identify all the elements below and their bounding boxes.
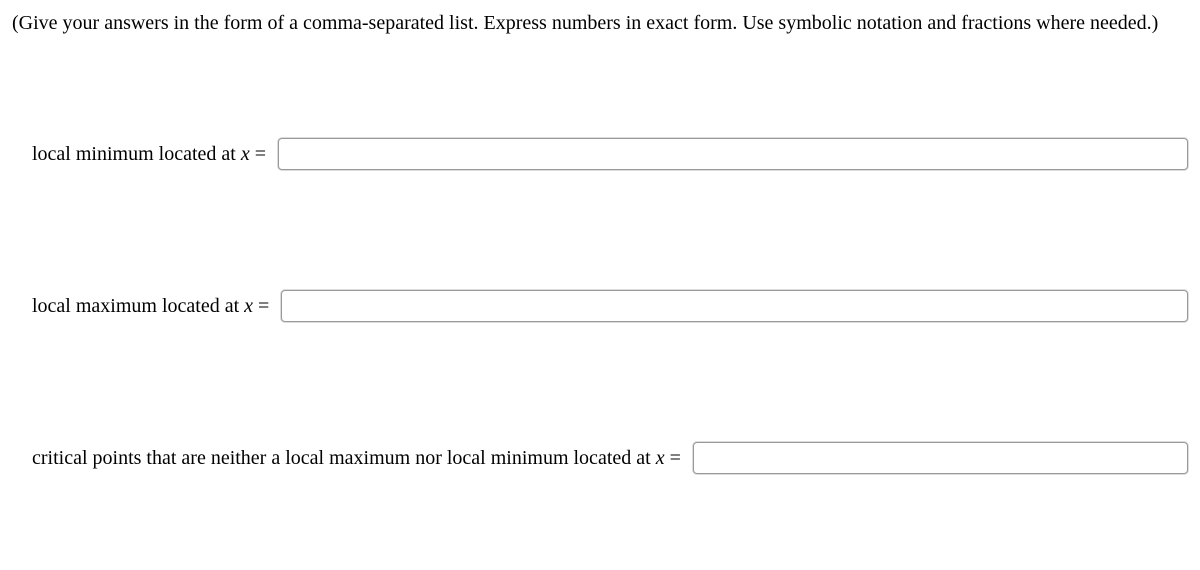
local-maximum-label: local maximum located at x =: [32, 295, 269, 318]
local-minimum-label: local minimum located at x =: [32, 143, 266, 166]
local-maximum-input[interactable]: [281, 290, 1188, 322]
local-maximum-row: local maximum located at x =: [12, 290, 1188, 322]
neither-input[interactable]: [693, 442, 1188, 474]
label-prefix: local maximum located at: [32, 295, 244, 317]
label-prefix: critical points that are neither a local…: [32, 447, 656, 469]
label-prefix: local minimum located at: [32, 143, 241, 165]
neither-row: critical points that are neither a local…: [12, 442, 1188, 474]
label-var: x: [244, 295, 253, 317]
local-minimum-input[interactable]: [278, 138, 1188, 170]
instructions-text: (Give your answers in the form of a comm…: [12, 8, 1188, 38]
label-suffix: =: [665, 447, 681, 469]
label-suffix: =: [253, 295, 269, 317]
label-var: x: [241, 143, 250, 165]
label-suffix: =: [250, 143, 266, 165]
label-var: x: [656, 447, 665, 469]
local-minimum-row: local minimum located at x =: [12, 138, 1188, 170]
neither-label: critical points that are neither a local…: [32, 447, 681, 470]
